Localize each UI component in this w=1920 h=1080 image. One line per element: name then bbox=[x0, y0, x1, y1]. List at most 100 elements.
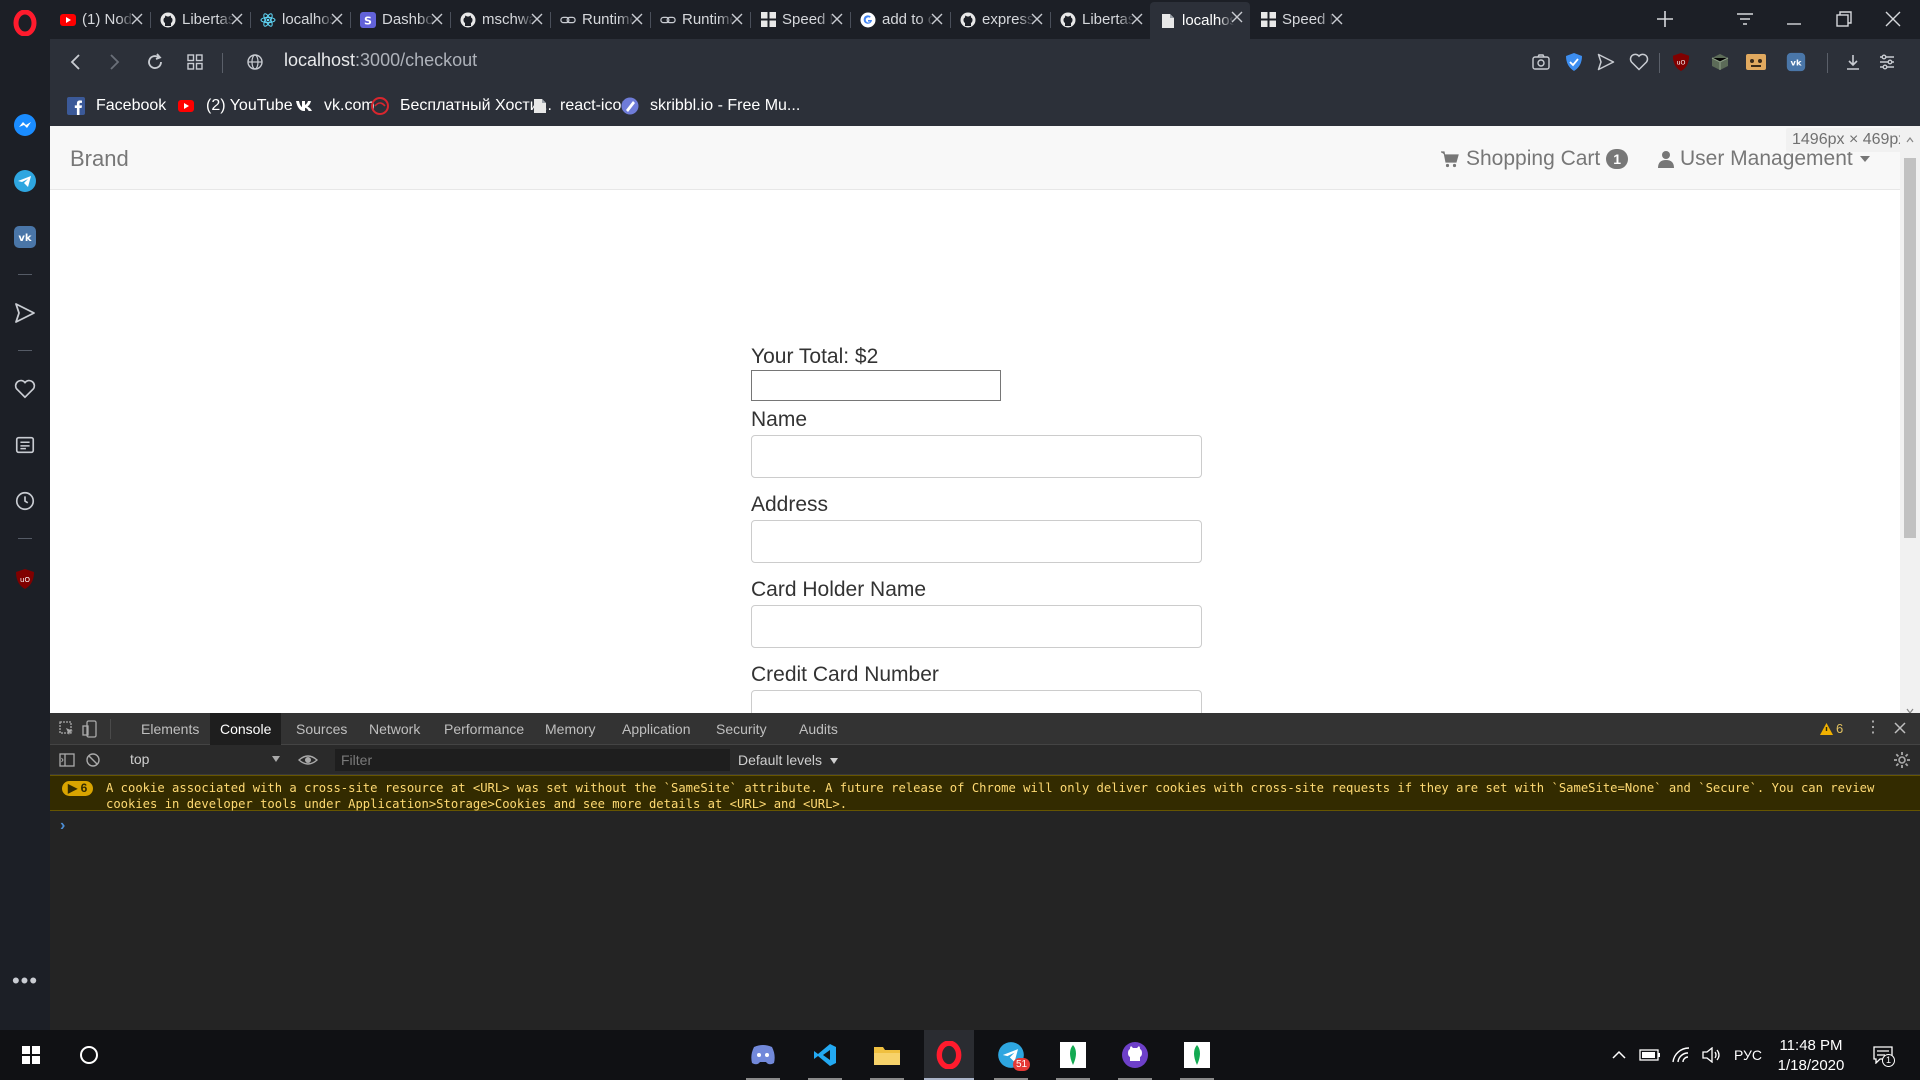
browser-tab[interactable]: localhost bbox=[1150, 2, 1250, 39]
forward-icon[interactable] bbox=[103, 51, 125, 73]
adblock-shield-icon[interactable] bbox=[1563, 51, 1585, 73]
mongodb-icon[interactable] bbox=[1172, 1030, 1222, 1080]
browser-tab[interactable]: expressjs bbox=[950, 4, 1050, 35]
vk-extension-icon[interactable]: vk bbox=[1785, 51, 1807, 73]
browser-tab[interactable]: Runtime bbox=[550, 4, 650, 35]
flow-send-icon[interactable] bbox=[12, 300, 38, 326]
close-tab-icon[interactable] bbox=[930, 12, 944, 26]
brand-link[interactable]: Brand bbox=[70, 146, 129, 172]
easy-setup-icon[interactable] bbox=[1876, 51, 1898, 73]
bookmark-item[interactable]: (2) YouTube bbox=[176, 95, 293, 117]
devtools-menu-icon[interactable]: ⋮ bbox=[1865, 719, 1881, 737]
console-filter-input[interactable] bbox=[335, 749, 730, 771]
browser-tab[interactable]: mschwa bbox=[450, 4, 550, 35]
windows-start-icon[interactable] bbox=[6, 1030, 56, 1080]
close-tab-icon[interactable] bbox=[330, 12, 344, 26]
tray-overflow-chevron-icon[interactable] bbox=[1610, 1044, 1628, 1066]
console-sidebar-icon[interactable] bbox=[58, 751, 76, 774]
clear-console-icon[interactable] bbox=[84, 751, 102, 774]
reload-icon[interactable] bbox=[144, 51, 166, 73]
more-options-icon[interactable]: ••• bbox=[12, 968, 38, 994]
name-input[interactable] bbox=[751, 435, 1202, 478]
file-explorer-icon[interactable] bbox=[862, 1030, 912, 1080]
devtools-tab-performance[interactable]: Performance bbox=[434, 713, 534, 745]
console-settings-gear-icon[interactable] bbox=[1893, 751, 1911, 774]
telegram-icon[interactable] bbox=[12, 168, 38, 194]
new-tab-button[interactable] bbox=[1652, 6, 1678, 37]
devtools-tab-sources[interactable]: Sources bbox=[286, 713, 357, 745]
ublock-icon[interactable]: uO bbox=[12, 566, 38, 592]
download-icon[interactable] bbox=[1842, 51, 1864, 73]
telegram-taskbar-icon[interactable]: 51 bbox=[986, 1030, 1036, 1080]
shopping-cart-link[interactable]: Shopping Cart 1 bbox=[1440, 147, 1629, 171]
close-tab-icon[interactable] bbox=[530, 12, 544, 26]
warning-counter[interactable]: 6 bbox=[1820, 721, 1843, 736]
inspect-element-icon[interactable] bbox=[58, 720, 76, 743]
devtools-tab-audits[interactable]: Audits bbox=[789, 713, 848, 745]
wifi-icon[interactable] bbox=[1670, 1044, 1692, 1066]
mongodb-compass-icon[interactable] bbox=[1048, 1030, 1098, 1080]
close-tab-icon[interactable] bbox=[230, 12, 244, 26]
bookmark-item[interactable]: Бесплатный Хости... bbox=[370, 95, 552, 117]
credit-card-number-input[interactable] bbox=[751, 690, 1202, 713]
devtools-close-icon[interactable] bbox=[1892, 720, 1908, 741]
bookmark-item[interactable]: vk.com bbox=[294, 95, 375, 117]
devtools-tab-security[interactable]: Security bbox=[706, 713, 777, 745]
scroll-down-arrow[interactable] bbox=[1906, 701, 1914, 713]
total-input[interactable] bbox=[751, 370, 1001, 401]
close-tab-icon[interactable] bbox=[730, 12, 744, 26]
browser-tab[interactable]: S Dashboard bbox=[350, 4, 450, 35]
search-circle-icon[interactable] bbox=[64, 1030, 114, 1080]
device-toolbar-icon[interactable] bbox=[82, 720, 100, 743]
cube-extension-icon[interactable] bbox=[1709, 51, 1731, 73]
browser-tab[interactable]: Libertas bbox=[1050, 4, 1150, 35]
vk-sidebar-icon[interactable]: vk bbox=[12, 224, 38, 250]
close-tab-icon[interactable] bbox=[630, 12, 644, 26]
input-language-indicator[interactable]: РУС bbox=[1730, 1044, 1766, 1066]
scroll-up-arrow[interactable] bbox=[1906, 130, 1914, 148]
console-warning-message[interactable]: ▶ 6 A cookie associated with a cross-sit… bbox=[50, 775, 1920, 811]
browser-tab[interactable]: add to cart bbox=[850, 4, 950, 35]
close-tab-icon[interactable] bbox=[1030, 12, 1044, 26]
browser-tab[interactable]: Libertas bbox=[150, 4, 250, 35]
log-levels-dropdown[interactable]: Default levels bbox=[738, 752, 838, 768]
close-tab-icon[interactable] bbox=[130, 12, 144, 26]
vscode-icon[interactable] bbox=[800, 1030, 850, 1080]
browser-tab[interactable]: Speed Dial bbox=[1250, 4, 1350, 35]
devtools-tab-console[interactable]: Console bbox=[210, 713, 282, 745]
action-center-icon[interactable]: 1 bbox=[1868, 1044, 1898, 1067]
card-holder-name-input[interactable] bbox=[751, 605, 1202, 648]
close-tab-icon[interactable] bbox=[1230, 10, 1244, 24]
close-tab-icon[interactable] bbox=[430, 12, 444, 26]
messenger-icon[interactable] bbox=[12, 112, 38, 138]
bookmark-item[interactable]: skribbl.io - Free Mu... bbox=[620, 95, 800, 117]
devtools-tab-network[interactable]: Network bbox=[359, 713, 430, 745]
close-tab-icon[interactable] bbox=[830, 12, 844, 26]
history-icon[interactable] bbox=[12, 488, 38, 514]
live-expression-eye-icon[interactable] bbox=[297, 751, 319, 774]
devtools-tab-application[interactable]: Application bbox=[612, 713, 701, 745]
opera-taskbar-icon[interactable] bbox=[924, 1030, 974, 1080]
opera-menu-icon[interactable] bbox=[12, 10, 38, 36]
page-scrollbar[interactable] bbox=[1900, 126, 1920, 713]
close-window-icon[interactable] bbox=[1880, 6, 1906, 32]
snapshot-camera-icon[interactable] bbox=[1530, 51, 1552, 73]
avatar-extension-icon[interactable] bbox=[1745, 51, 1767, 73]
system-clock[interactable]: 11:48 PM 1/18/2020 bbox=[1770, 1036, 1852, 1076]
devtools-tab-memory[interactable]: Memory bbox=[535, 713, 606, 745]
flow-icon[interactable] bbox=[1595, 51, 1617, 73]
close-tab-icon[interactable] bbox=[1330, 12, 1344, 26]
devtools-tab-elements[interactable]: Elements bbox=[131, 713, 209, 745]
close-tab-icon[interactable] bbox=[1130, 12, 1144, 26]
minimize-icon[interactable] bbox=[1781, 6, 1807, 32]
browser-tab[interactable]: Runtime bbox=[650, 4, 750, 35]
browser-tab[interactable]: (1) Node bbox=[50, 4, 150, 35]
news-icon[interactable] bbox=[12, 432, 38, 458]
discord-icon[interactable] bbox=[738, 1030, 788, 1080]
speed-dial-grid-icon[interactable] bbox=[184, 51, 206, 73]
heart-icon[interactable] bbox=[12, 376, 38, 402]
globe-icon[interactable] bbox=[244, 51, 266, 73]
github-desktop-icon[interactable] bbox=[1110, 1030, 1160, 1080]
address-bar-url[interactable]: localhost:3000/checkout bbox=[284, 50, 477, 71]
console-prompt[interactable]: › bbox=[60, 817, 65, 835]
